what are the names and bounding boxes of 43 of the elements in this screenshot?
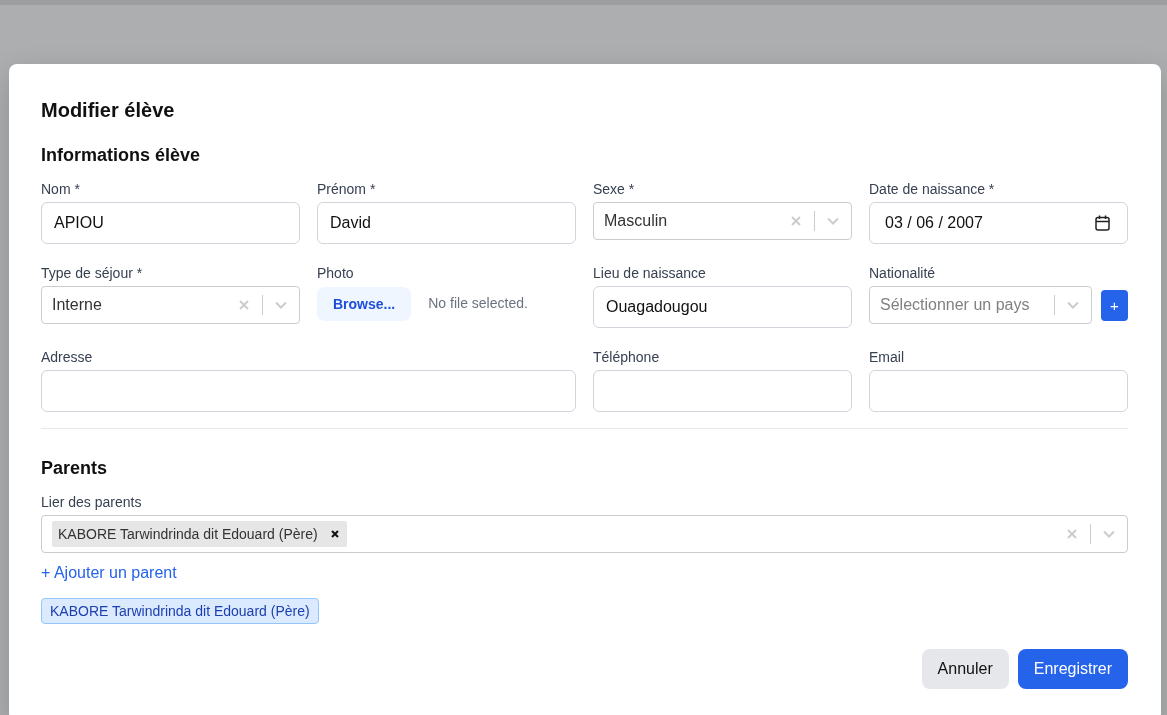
field-label: Date de naissance * [869, 180, 995, 199]
text-input[interactable]: David [317, 202, 576, 244]
date-input[interactable]: 03 / 06 / 2007 [869, 202, 1128, 244]
chevron-down-icon[interactable] [1067, 301, 1079, 309]
select-field[interactable]: Sélectionner un pays [869, 286, 1092, 324]
cancel-button[interactable]: Annuler [921, 649, 1009, 689]
clear-icon[interactable] [791, 216, 801, 226]
field-label: Photo [317, 264, 354, 283]
text-input[interactable]: APIOU [41, 202, 300, 244]
add-parent-link[interactable]: + Ajouter un parent [41, 563, 177, 583]
clear-icon[interactable] [1067, 529, 1077, 539]
clear-icon[interactable] [239, 300, 249, 310]
section-title: Informations élève [41, 144, 202, 166]
calendar-icon[interactable] [1095, 215, 1110, 231]
text-input[interactable] [41, 370, 576, 412]
field-label: Type de séjour * [41, 264, 143, 283]
field-label: Sexe * [593, 180, 635, 199]
chevron-down-icon[interactable] [827, 217, 839, 225]
text-input[interactable] [593, 370, 852, 412]
browse-button[interactable]: Browse... [317, 287, 412, 321]
text-input[interactable]: Ouagadougou [593, 286, 852, 328]
field-label: Lieu de naissance [593, 264, 706, 283]
field-label: Adresse [41, 348, 93, 367]
field-label: Email [869, 348, 904, 367]
chevron-down-icon[interactable] [275, 301, 287, 309]
section-title: Parents [41, 457, 109, 479]
parent-badge: KABORE Tarwindrinda dit Edouard (Père) [41, 598, 319, 624]
text-input[interactable] [869, 370, 1128, 412]
field-label: Nationalité [869, 264, 936, 283]
remove-icon[interactable] [330, 530, 339, 538]
dialog-title: Modifier élève [41, 98, 176, 122]
field-label: Téléphone [593, 348, 660, 367]
multi-select-field[interactable]: KABORE Tarwindrinda dit Edouard (Père) [41, 515, 1128, 553]
add-button[interactable]: + [1101, 289, 1128, 321]
field-label: Lier des parents [41, 493, 142, 512]
chevron-down-icon[interactable] [1103, 530, 1115, 538]
field-label: Nom * [41, 180, 80, 199]
file-status-text: No file selected. [428, 294, 528, 313]
select-field[interactable]: Interne [41, 286, 300, 324]
save-button[interactable]: Enregistrer [1017, 649, 1128, 689]
field-label: Prénom * [317, 180, 376, 199]
select-field[interactable]: Masculin [593, 202, 852, 240]
tag-label: KABORE Tarwindrinda dit Edouard (Père) [58, 524, 318, 544]
